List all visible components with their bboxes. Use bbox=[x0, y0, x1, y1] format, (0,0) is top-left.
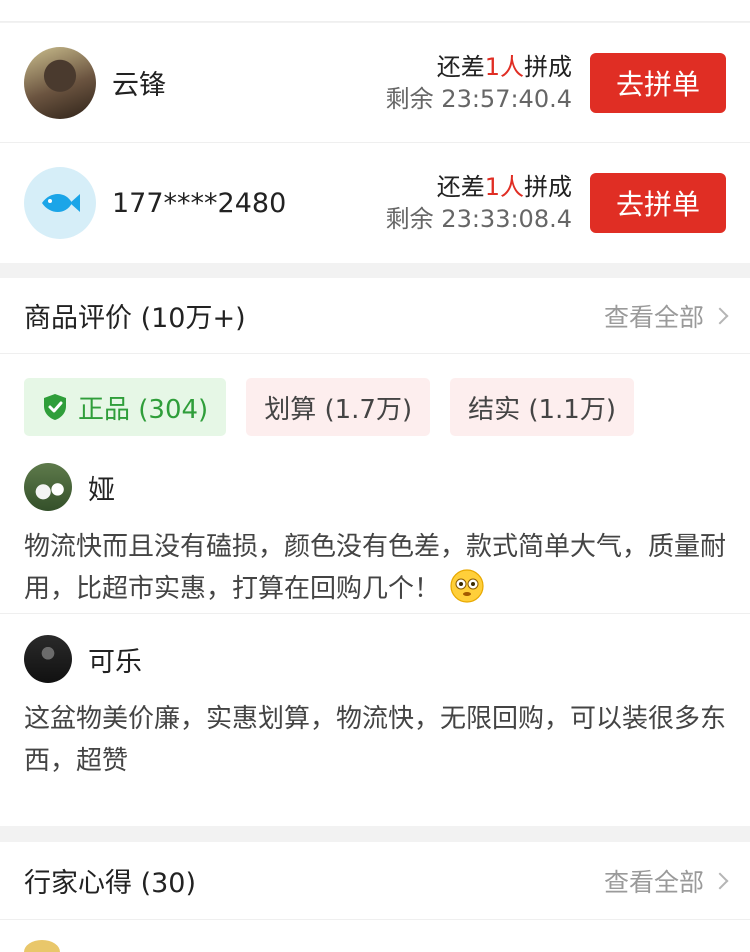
group-status: 还差1人拼成 剩余 23:33:08.4 bbox=[386, 171, 572, 235]
avatar bbox=[24, 46, 96, 119]
join-group-button[interactable]: 去拼单 bbox=[590, 52, 726, 113]
review-text: 物流快而且没有磕损，颜色没有色差，款式简单大气，质量耐用，比超市实惠，打算在回购… bbox=[24, 526, 726, 610]
chevron-right-icon bbox=[711, 307, 729, 324]
people-needed: 1人 bbox=[484, 173, 524, 201]
experts-title: 行家心得 (30) bbox=[24, 868, 197, 899]
join-group-button[interactable]: 去拼单 bbox=[590, 173, 726, 233]
status-prefix: 还差 bbox=[436, 52, 485, 81]
flushed-face-icon bbox=[450, 569, 484, 603]
experts-see-all[interactable]: 查看全部 bbox=[603, 863, 729, 899]
avatar bbox=[24, 635, 72, 683]
avatar bbox=[24, 167, 96, 239]
avatar bbox=[24, 940, 60, 952]
review-tag-genuine[interactable]: 正品 (304) bbox=[24, 378, 227, 436]
reviews-header: 商品评价 (10万+) 查看全部 bbox=[0, 278, 750, 354]
see-all-label: 查看全部 bbox=[603, 867, 704, 897]
top-strip bbox=[0, 0, 750, 22]
tag-label: 正品 (304) bbox=[78, 394, 209, 425]
status-prefix: 还差 bbox=[436, 173, 485, 201]
reviewer-name: 娅 bbox=[88, 474, 115, 506]
group-buy-list: 云锋 还差1人拼成 剩余 23:57:40.4 去拼单 177****2480 … bbox=[0, 23, 750, 263]
review-item[interactable]: 娅 物流快而且没有磕损，颜色没有色差，款式简单大气，质量耐用，比超市实惠，打算在… bbox=[0, 436, 750, 614]
review-item[interactable]: 可乐 这盆物美价廉，实惠划算，物流快，无限回购，可以装很多东西，超赞 bbox=[0, 614, 750, 804]
reviews-see-all[interactable]: 查看全部 bbox=[603, 298, 729, 334]
review-tags: 正品 (304) 划算 (1.7万) 结实 (1.1万) bbox=[0, 354, 750, 436]
status-suffix: 拼成 bbox=[524, 52, 572, 81]
experts-header: 行家心得 (30) 查看全部 bbox=[0, 842, 750, 920]
review-text: 这盆物美价廉，实惠划算，物流快，无限回购，可以装很多东西，超赞 bbox=[24, 704, 727, 776]
review-body: 物流快而且没有磕损，颜色没有色差，款式简单大气，质量耐用，比超市实惠，打算在回购… bbox=[24, 532, 727, 604]
group-buy-row: 云锋 还差1人拼成 剩余 23:57:40.4 去拼单 bbox=[0, 23, 750, 143]
status-suffix: 拼成 bbox=[524, 173, 572, 201]
countdown: 剩余 23:33:08.4 bbox=[385, 205, 572, 233]
shield-check-icon bbox=[44, 394, 66, 420]
review-tag-sturdy[interactable]: 结实 (1.1万) bbox=[450, 378, 634, 436]
countdown: 剩余 23:57:40.4 bbox=[385, 84, 572, 113]
people-needed: 1人 bbox=[484, 52, 524, 81]
avatar bbox=[24, 463, 72, 511]
group-buy-row: 177****2480 还差1人拼成 剩余 23:33:08.4 去拼单 bbox=[0, 143, 750, 263]
reviews-title: 商品评价 (10万+) bbox=[24, 303, 246, 334]
experts-section: 行家心得 (30) 查看全部 bbox=[0, 842, 750, 952]
group-user-name: 177****2480 bbox=[112, 187, 287, 219]
group-status: 还差1人拼成 剩余 23:57:40.4 bbox=[386, 51, 572, 115]
review-user: 可乐 bbox=[24, 634, 726, 684]
fish-icon bbox=[42, 194, 80, 212]
see-all-label: 查看全部 bbox=[603, 302, 704, 332]
review-user: 娅 bbox=[24, 462, 726, 512]
review-tag-value[interactable]: 划算 (1.7万) bbox=[246, 378, 431, 436]
reviewer-name: 可乐 bbox=[88, 646, 142, 678]
chevron-right-icon bbox=[711, 872, 729, 889]
group-user-name: 云锋 bbox=[112, 70, 166, 101]
reviews-section: 商品评价 (10万+) 查看全部 正品 (304) 划算 (1.7万) 结实 (… bbox=[0, 278, 750, 826]
